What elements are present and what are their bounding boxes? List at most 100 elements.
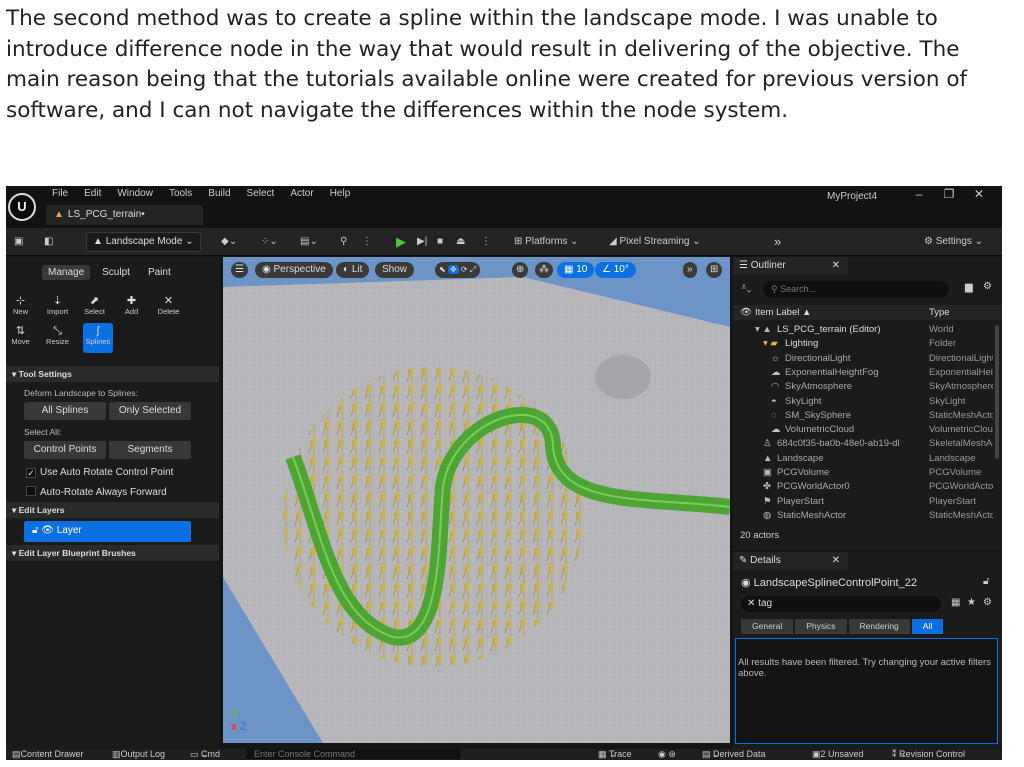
segments-button[interactable]: Segments bbox=[109, 441, 191, 459]
derived-data-button[interactable]: ▤ Derived Data ⌄ bbox=[702, 749, 766, 760]
outliner-row[interactable]: ☁ VolumetricCloud VolumetricCloud bbox=[733, 423, 993, 437]
control-points-button[interactable]: Control Points bbox=[24, 441, 106, 459]
pixel-streaming-button[interactable]: ◢ Pixel Streaming ⌄ bbox=[609, 233, 701, 251]
star-icon[interactable]: ★ bbox=[967, 597, 976, 608]
close-icon[interactable]: ✕ bbox=[832, 260, 840, 271]
transform-tools[interactable]: ⬉ ✥ ⟳ ⤢ bbox=[435, 262, 481, 278]
console-input[interactable]: Enter Console Command bbox=[246, 749, 461, 759]
eye-icon[interactable]: 👁︎ bbox=[41, 525, 56, 536]
mode-selector[interactable]: ▲ Landscape Mode ⌄ bbox=[86, 232, 201, 252]
modeling-icon[interactable]: ⚲ bbox=[340, 233, 347, 251]
filter-rendering[interactable]: Rendering bbox=[848, 619, 910, 634]
filter-icon[interactable]: ⩡⌄ bbox=[741, 282, 751, 293]
outliner-row[interactable]: ✤ PCGWorldActor0 PCGWorldActor bbox=[733, 480, 993, 494]
menu-build[interactable]: Build bbox=[208, 188, 230, 199]
outliner-row[interactable]: ◓ SkyLight SkyLight bbox=[733, 395, 993, 409]
add-folder-icon[interactable]: ▆ bbox=[965, 282, 973, 293]
eject-icon[interactable]: ⏏ bbox=[456, 233, 465, 251]
unreal-logo-icon[interactable]: U bbox=[8, 193, 36, 221]
filter-all[interactable]: All bbox=[911, 619, 944, 634]
surface-snap-icon[interactable]: ⁂ bbox=[535, 262, 553, 278]
gear-icon[interactable]: ⚙ bbox=[983, 281, 992, 292]
outliner-row[interactable]: ◠ SkyAtmosphere SkyAtmosphere bbox=[733, 380, 993, 394]
level-viewport[interactable]: ☰ ◉ Perspective ◐ Lit Show ⬉ ✥ ⟳ ⤢ ⊕ ⁂ ▦… bbox=[223, 257, 730, 743]
tool-settings-header[interactable]: ▾ Tool Settings bbox=[6, 366, 219, 382]
lock-icon[interactable]: 🔓︎ bbox=[983, 576, 989, 587]
step-icon[interactable]: ▶| bbox=[417, 233, 427, 251]
table-view-icon[interactable]: ▦ bbox=[951, 597, 960, 608]
auto-rotate-forward-checkbox[interactable]: Auto-Rotate Always Forward bbox=[26, 486, 167, 498]
outliner-row[interactable]: ▣ PCGVolume PCGVolume bbox=[733, 466, 993, 480]
output-log-button[interactable]: ▥ Output Log bbox=[112, 749, 165, 760]
all-splines-button[interactable]: All Splines bbox=[24, 402, 106, 420]
tool-resize[interactable]: ⤡ Resize bbox=[46, 323, 69, 353]
tool-add[interactable]: ✚ Add bbox=[120, 293, 143, 323]
gear-icon[interactable]: ⚙ bbox=[983, 597, 992, 608]
only-selected-button[interactable]: Only Selected bbox=[109, 402, 191, 420]
content-browser-icon[interactable]: ◧ bbox=[44, 233, 53, 251]
edit-layers-header[interactable]: ▾ Edit Layers bbox=[6, 502, 219, 518]
menu-actor[interactable]: Actor bbox=[290, 188, 313, 199]
outliner-row[interactable]: ♙ 684c0f35-ba0b-48e0-ab19-dl SkeletalMeshA… bbox=[733, 437, 993, 451]
minimize-button[interactable]: – bbox=[904, 187, 934, 201]
tab-sculpt[interactable]: Sculpt bbox=[96, 265, 136, 280]
play-options-icon[interactable]: ⋮ bbox=[481, 233, 491, 251]
tab-paint[interactable]: Paint bbox=[142, 265, 177, 280]
tool-move[interactable]: ⇅ Move bbox=[9, 323, 32, 353]
blueprint-brushes-header[interactable]: ▾ Edit Layer Blueprint Brushes bbox=[6, 545, 219, 561]
content-drawer-button[interactable]: ▤ Content Drawer bbox=[12, 749, 84, 760]
outliner-row[interactable]: ⚑ PlayerStart PlayerStart bbox=[733, 495, 993, 509]
outliner-row[interactable]: ▾ ▰ Lighting Folder bbox=[733, 337, 993, 351]
menu-select[interactable]: Select bbox=[247, 188, 275, 199]
outliner-row[interactable]: ☼ DirectionalLight DirectionalLight bbox=[733, 352, 993, 366]
blueprint-icon[interactable]: ⁘⌄ bbox=[261, 233, 278, 251]
outliner-row[interactable]: ◍ StaticMeshActor StaticMeshActor bbox=[733, 509, 993, 523]
tool-new[interactable]: ⊹ New bbox=[9, 293, 32, 323]
filter-general[interactable]: General bbox=[741, 619, 794, 634]
menu-tools[interactable]: Tools bbox=[169, 188, 192, 199]
details-search-input[interactable]: ✕ tag bbox=[741, 596, 941, 612]
close-button[interactable]: ✕ bbox=[964, 187, 994, 201]
tool-import[interactable]: ⇣ Import bbox=[46, 293, 69, 323]
viewport-menu-icon[interactable]: ☰ bbox=[231, 262, 248, 278]
layer-item[interactable]: 🔓︎ 👁︎ Layer bbox=[24, 521, 191, 542]
filter-physics[interactable]: Physics bbox=[795, 619, 847, 634]
outliner-row[interactable]: ◌ SM_SkySphere StaticMeshActor bbox=[733, 409, 993, 423]
outliner-row[interactable]: ▾ ▲ LS_PCG_terrain (Editor) World bbox=[733, 323, 993, 337]
stop-icon[interactable]: ■ bbox=[437, 233, 443, 251]
revision-control-button[interactable]: ⁑ Revision Control ⌄ bbox=[892, 749, 965, 760]
trace-button[interactable]: ▦ Trace ⌄ bbox=[598, 749, 632, 760]
platforms-button[interactable]: ⊞ Platforms ⌄ bbox=[514, 233, 579, 251]
perspective-button[interactable]: ◉ Perspective bbox=[255, 262, 333, 278]
cmd-button[interactable]: ▭ Cmd ⌄ bbox=[190, 749, 220, 760]
save-icon[interactable]: ▣ bbox=[14, 233, 23, 251]
col-type[interactable]: Type bbox=[929, 307, 950, 318]
outliner-row[interactable]: ☁ ExponentialHeightFog ExponentialHeightFo… bbox=[733, 366, 993, 380]
more-options-icon[interactable]: ⋮ bbox=[362, 233, 372, 251]
level-tab[interactable]: ▲ LS_PCG_terrain• bbox=[46, 205, 203, 225]
menu-file[interactable]: File bbox=[52, 188, 68, 199]
outliner-scrollbar[interactable] bbox=[995, 325, 999, 459]
menu-window[interactable]: Window bbox=[117, 188, 153, 199]
tool-splines[interactable]: ∫ Splines bbox=[83, 323, 113, 353]
menu-help[interactable]: Help bbox=[330, 188, 351, 199]
outliner-search-input[interactable]: ⚲ Search... bbox=[763, 281, 949, 298]
close-icon[interactable]: ✕ bbox=[832, 555, 840, 566]
toolbar-overflow-button[interactable]: » bbox=[774, 233, 781, 251]
outliner-row[interactable]: ▲ Landscape Landscape bbox=[733, 452, 993, 466]
add-actor-icon[interactable]: ◆⌄ bbox=[221, 233, 237, 251]
tool-delete[interactable]: ✕ Delete bbox=[157, 293, 180, 323]
viewport-scene[interactable] bbox=[223, 257, 730, 743]
clear-icon[interactable]: ✕ bbox=[747, 598, 758, 609]
menu-edit[interactable]: Edit bbox=[84, 188, 101, 199]
trace-status-icon[interactable]: ◉ ⊛ bbox=[658, 749, 676, 760]
world-local-icon[interactable]: ⊕ bbox=[512, 262, 529, 278]
outliner-tab[interactable]: ☰ Outliner ✕ bbox=[733, 257, 848, 275]
tool-select[interactable]: ⬈ Select bbox=[83, 293, 106, 323]
grid-snap-button[interactable]: ▦ 10 bbox=[557, 262, 595, 278]
details-tab[interactable]: ✎ Details ✕ bbox=[733, 552, 848, 570]
viewport-more-icon[interactable]: » bbox=[683, 262, 697, 278]
visibility-icon[interactable]: 👁︎ bbox=[740, 307, 752, 318]
tab-manage[interactable]: Manage bbox=[42, 265, 91, 280]
cinematics-icon[interactable]: ▤⌄ bbox=[300, 233, 318, 251]
